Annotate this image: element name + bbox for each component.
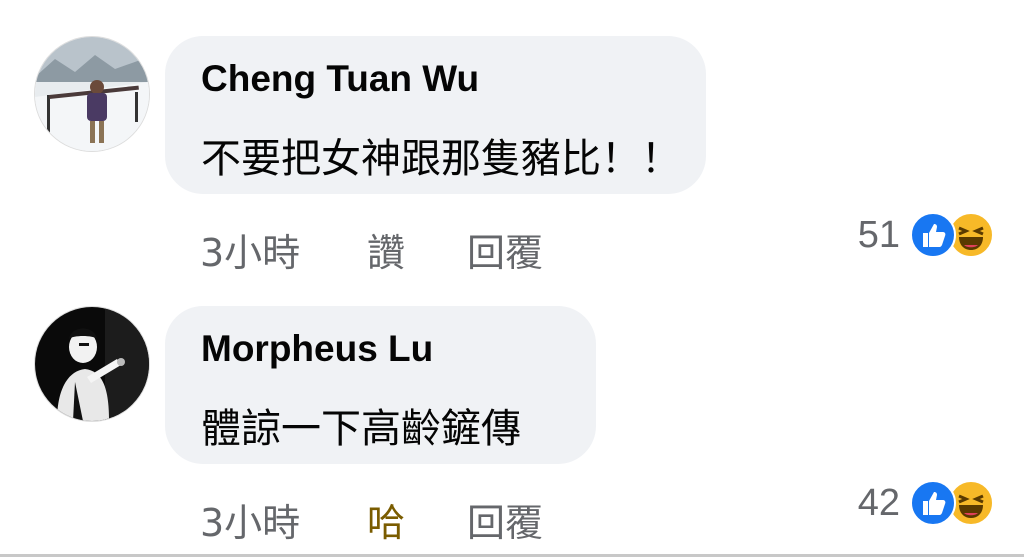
reaction-summary[interactable]: 42 [858,480,994,526]
avatar-photo-singer [35,307,149,421]
like-button[interactable]: 讚 [367,222,467,277]
comment-bubble: Morpheus Lu 體諒一下高齡鏟傳 [165,306,596,464]
comment-actions: 3小時 哈 回覆 [200,492,543,547]
reaction-count: 51 [857,213,900,256]
comment-author[interactable]: Morpheus Lu [201,328,433,370]
reaction-summary[interactable]: 51 [858,212,994,258]
comment: Cheng Tuan Wu 不要把女神跟那隻豬比！！ 3小時 讚 回覆 51 [0,0,1024,280]
reply-button[interactable]: 回覆 [467,492,543,547]
avatar-photo-snow [35,37,149,151]
reply-button[interactable]: 回覆 [467,222,543,277]
comment: Morpheus Lu 體諒一下高齡鏟傳 3小時 哈 回覆 42 [0,280,1024,557]
haha-button[interactable]: 哈 [367,492,467,547]
comment-author[interactable]: Cheng Tuan Wu [201,58,479,100]
reaction-count: 42 [857,481,900,524]
comment-actions: 3小時 讚 回覆 [200,222,543,277]
avatar[interactable] [34,36,150,152]
like-reaction-icon [910,212,956,258]
comment-text: 體諒一下高齡鏟傳 [201,406,521,452]
avatar[interactable] [34,306,150,422]
comment-timestamp[interactable]: 3小時 [200,492,367,547]
comment-text: 不要把女神跟那隻豬比！！ [201,136,681,182]
comment-timestamp[interactable]: 3小時 [200,222,367,277]
comment-bubble: Cheng Tuan Wu 不要把女神跟那隻豬比！！ [165,36,706,194]
like-reaction-icon [910,480,956,526]
